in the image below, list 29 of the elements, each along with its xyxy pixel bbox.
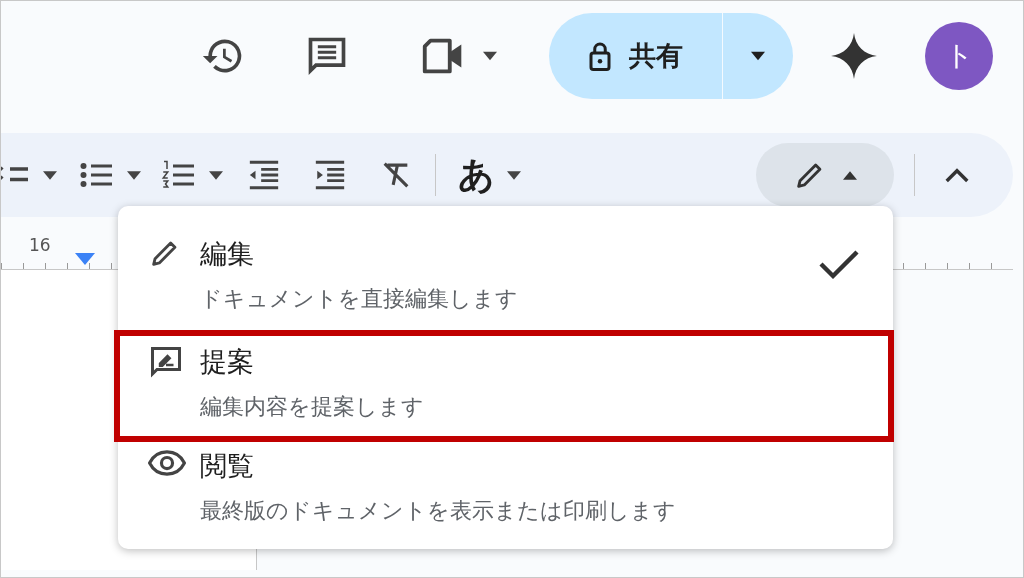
caret-icon[interactable]: [507, 170, 521, 180]
lock-icon: [587, 41, 613, 71]
caret-icon: [751, 51, 765, 61]
caret-icon: [843, 170, 857, 180]
caret-icon: [483, 51, 497, 61]
suggest-icon: [148, 344, 184, 380]
decrease-indent-icon[interactable]: [247, 158, 281, 192]
caret-icon[interactable]: [127, 170, 141, 180]
menu-item-description: 最終版のドキュメントを表示または印刷します: [200, 497, 676, 525]
caret-icon[interactable]: [209, 170, 223, 180]
input-tools-button[interactable]: あ: [458, 150, 495, 200]
increase-indent-icon[interactable]: [313, 158, 347, 192]
share-button[interactable]: 共有: [549, 13, 793, 99]
menu-item[interactable]: 編集 ドキュメントを直接編集します: [118, 228, 893, 328]
menu-item-description: 編集内容を提案します: [200, 393, 424, 421]
menu-item-description: ドキュメントを直接編集します: [200, 285, 518, 313]
numbered-list-icon[interactable]: [161, 159, 197, 191]
menu-item-title: 閲覧: [200, 449, 255, 483]
ruler-number: 16: [29, 235, 51, 255]
caret-icon[interactable]: [43, 170, 57, 180]
collapse-icon[interactable]: [945, 167, 969, 183]
menu-item-title: 編集: [200, 237, 255, 271]
share-label: 共有: [629, 39, 683, 73]
indent-marker-icon[interactable]: [74, 253, 96, 265]
menu-item[interactable]: 提案 編集内容を提案します: [118, 336, 893, 440]
eye-icon: [148, 448, 186, 478]
menu-item-title: 提案: [200, 345, 255, 379]
menu-item[interactable]: 閲覧 最終版のドキュメントを表示または印刷します: [118, 440, 893, 540]
avatar[interactable]: ト: [925, 22, 993, 90]
